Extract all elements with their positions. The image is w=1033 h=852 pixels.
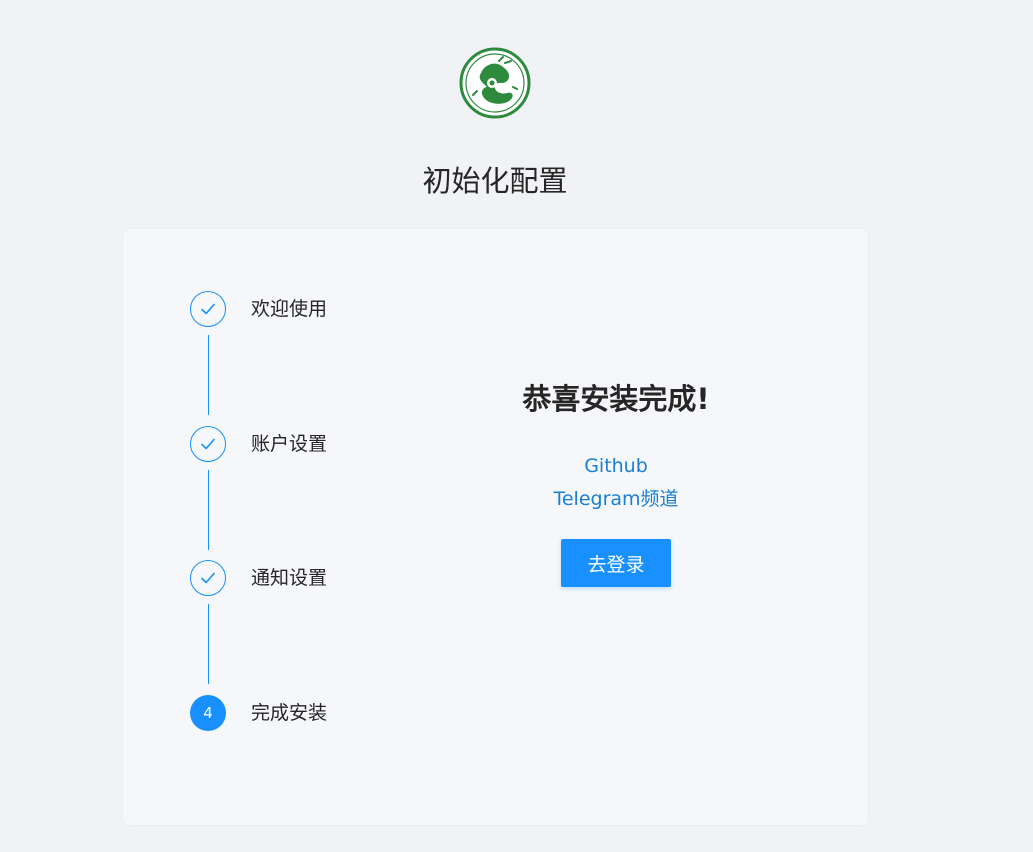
links-list: Github Telegram频道 [423, 450, 809, 516]
step-done-circle [190, 291, 226, 327]
setup-card: 欢迎使用 账户设置 通知设置 4 完成安装 恭喜安装完成! Github Tel… [122, 228, 869, 826]
step-account[interactable]: 账户设置 [190, 426, 390, 462]
step-connector [208, 335, 209, 415]
step-notification[interactable]: 通知设置 [190, 560, 390, 596]
completion-panel: 恭喜安装完成! Github Telegram频道 去登录 [423, 379, 809, 587]
success-title: 恭喜安装完成! [522, 382, 710, 416]
step-number-circle: 4 [190, 695, 226, 731]
steps-panel: 欢迎使用 账户设置 通知设置 4 完成安装 [123, 229, 383, 825]
step-finish[interactable]: 4 完成安装 [190, 695, 390, 731]
page: 初始化配置 欢迎使用 账户设置 通知设置 4 完成安装 恭喜安装完成! Gith… [0, 0, 1033, 852]
step-label: 完成安装 [251, 702, 328, 724]
step-connector [208, 604, 209, 684]
check-icon [201, 438, 215, 450]
telegram-link[interactable]: Telegram频道 [423, 483, 809, 516]
check-icon [201, 572, 215, 584]
step-done-circle [190, 560, 226, 596]
step-label: 账户设置 [251, 433, 328, 455]
step-done-circle [190, 426, 226, 462]
step-label: 通知设置 [251, 567, 328, 589]
step-connector [208, 470, 209, 550]
step-welcome[interactable]: 欢迎使用 [190, 291, 390, 327]
step-label: 欢迎使用 [251, 298, 328, 320]
github-link[interactable]: Github [423, 450, 809, 483]
page-title: 初始化配置 [422, 164, 568, 198]
go-login-button[interactable]: 去登录 [561, 539, 671, 587]
check-icon [201, 303, 215, 315]
qilin-seal-logo [459, 47, 531, 119]
